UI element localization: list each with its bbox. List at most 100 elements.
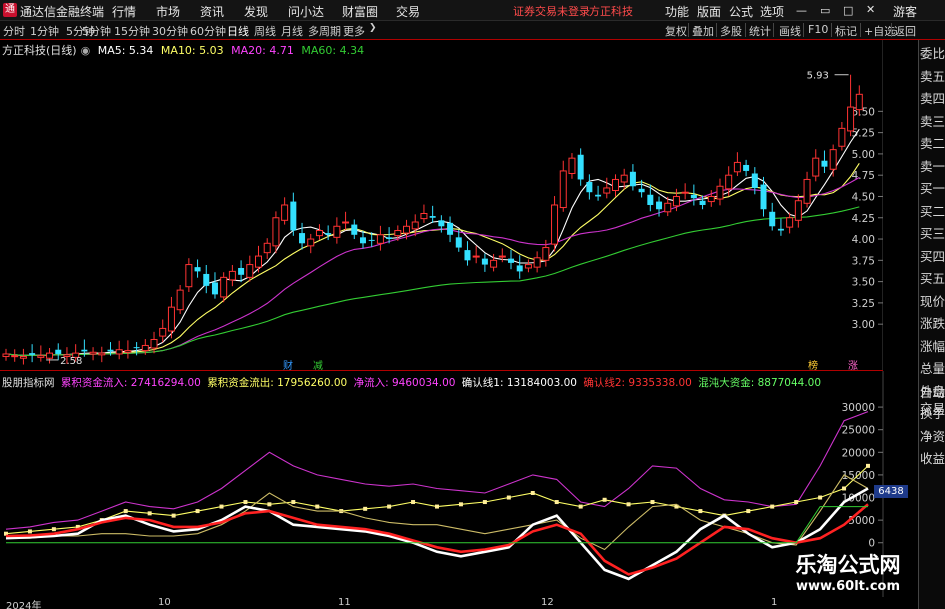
side-panel-item[interactable]: 自动 bbox=[920, 385, 945, 400]
side-panel-item[interactable]: 卖四 bbox=[920, 91, 945, 106]
side-panel-item[interactable]: 卖五 bbox=[920, 69, 945, 84]
indicator-point bbox=[51, 527, 56, 532]
side-panel-item[interactable]: 涨幅 bbox=[920, 339, 945, 354]
indicator-point bbox=[267, 502, 272, 507]
tool-back[interactable]: 返回 bbox=[894, 23, 916, 39]
menu-market[interactable]: 市场 bbox=[156, 3, 180, 20]
side-panel-item[interactable]: 委比 bbox=[920, 46, 945, 61]
watermark-url: www.60lt.com bbox=[795, 579, 901, 594]
candle-body bbox=[777, 228, 784, 231]
candle-body bbox=[167, 306, 175, 332]
period-multi[interactable]: 多周期 bbox=[308, 23, 341, 39]
menu-quotes[interactable]: 行情 bbox=[112, 3, 136, 20]
tool-adjust[interactable]: 复权 bbox=[665, 23, 687, 39]
candle-body bbox=[290, 201, 297, 231]
menu-ask[interactable]: 问小达 bbox=[288, 3, 324, 20]
candle-body bbox=[228, 270, 236, 281]
candle-body bbox=[19, 356, 27, 359]
indicator-series-line bbox=[5, 465, 869, 535]
candle-body bbox=[150, 339, 158, 349]
period-60min[interactable]: 60分钟 bbox=[190, 23, 226, 39]
candle-body bbox=[159, 327, 167, 337]
candle-body bbox=[220, 276, 228, 298]
candlestick-chart-svg: 3.003.253.503.754.004.254.504.755.005.25… bbox=[0, 40, 883, 371]
tool-overlay[interactable]: 叠加 bbox=[692, 23, 714, 39]
menu-trade[interactable]: 交易 bbox=[396, 3, 420, 20]
side-panel-item[interactable]: 买二 bbox=[920, 204, 945, 219]
side-panel-item[interactable]: 买五 bbox=[920, 271, 945, 286]
period-tick[interactable]: 分时 bbox=[3, 23, 25, 39]
period-5min[interactable]: 5分钟 bbox=[82, 23, 111, 39]
candle-body bbox=[586, 182, 593, 193]
side-panel-item[interactable]: 总量 bbox=[920, 361, 945, 376]
minimize-icon[interactable]: — bbox=[796, 4, 807, 17]
candle-body bbox=[255, 255, 263, 268]
close-icon[interactable]: ✕ bbox=[866, 3, 875, 16]
candle-body bbox=[11, 355, 19, 358]
menu-layout[interactable]: 版面 bbox=[697, 3, 721, 20]
indicator-point bbox=[243, 500, 248, 505]
chevron-right-icon[interactable]: ❯ bbox=[369, 23, 377, 33]
candle-body bbox=[577, 154, 584, 180]
candle-body bbox=[359, 237, 366, 244]
indicator-point bbox=[435, 504, 439, 509]
user-label[interactable]: 游客 bbox=[893, 3, 917, 20]
indicator-point bbox=[530, 491, 535, 495]
side-panel-item[interactable]: 卖三 bbox=[920, 114, 945, 129]
period-15min[interactable]: 15分钟 bbox=[114, 23, 150, 39]
indicator-series-line bbox=[5, 503, 869, 576]
period-weekly[interactable]: 周线 bbox=[254, 23, 276, 39]
y-tick-label: 5.00 bbox=[852, 149, 875, 161]
login-notice[interactable]: 证券交易未登录 bbox=[513, 3, 590, 19]
time-label: 10 bbox=[158, 597, 171, 608]
price-chart[interactable]: 3.00 3.25 3.50 3.75 4.00 4.25 4.50 4.75 5.00 5.25… bbox=[0, 40, 883, 371]
watermark: 乐淘公式网 www.60lt.com bbox=[778, 552, 918, 602]
candle-body bbox=[629, 171, 636, 187]
menu-formula[interactable]: 公式 bbox=[729, 3, 753, 20]
candle-body bbox=[794, 200, 802, 221]
side-panel-item[interactable]: 卖一 bbox=[920, 159, 945, 174]
menu-function[interactable]: 功能 bbox=[665, 3, 689, 20]
candle-body bbox=[55, 349, 62, 354]
tool-f10[interactable]: F10 bbox=[808, 23, 828, 36]
candle-body bbox=[176, 289, 184, 311]
restore-icon[interactable]: ▭ bbox=[820, 4, 830, 17]
candle-body bbox=[699, 200, 706, 205]
y-tick-label: 4.50 bbox=[852, 191, 875, 203]
period-30min[interactable]: 30分钟 bbox=[152, 23, 188, 39]
period-more[interactable]: 更多 bbox=[343, 23, 365, 39]
candle-body bbox=[559, 170, 567, 209]
period-1min[interactable]: 1分钟 bbox=[30, 23, 59, 39]
menu-options[interactable]: 选项 bbox=[760, 3, 784, 20]
tool-stats[interactable]: 统计 bbox=[749, 23, 771, 39]
period-daily[interactable]: 日线 bbox=[227, 23, 249, 39]
side-panel-item[interactable]: 交易 bbox=[920, 401, 945, 416]
side-panel-item[interactable]: 买四 bbox=[920, 249, 945, 264]
period-monthly[interactable]: 月线 bbox=[281, 23, 303, 39]
side-panel-item[interactable]: 买一 bbox=[920, 181, 945, 196]
indicator-point bbox=[578, 504, 583, 509]
menu-wealth[interactable]: 财富圈 bbox=[342, 3, 378, 20]
indicator-point bbox=[315, 504, 320, 509]
chevron-down-icon[interactable]: ◉ bbox=[81, 44, 91, 57]
tool-multi-stock[interactable]: 多股 bbox=[720, 23, 742, 39]
event-marker: 榜 bbox=[808, 359, 818, 371]
side-panel-item[interactable]: 买三 bbox=[920, 226, 945, 241]
tool-draw[interactable]: 画线 bbox=[779, 23, 801, 39]
app-logo-icon: 通 bbox=[3, 3, 17, 17]
candle-body bbox=[299, 233, 306, 244]
tool-mark[interactable]: 标记 bbox=[835, 23, 857, 39]
candle-body bbox=[664, 202, 672, 213]
menu-news[interactable]: 资讯 bbox=[200, 3, 224, 20]
y-tick-label: 3.50 bbox=[852, 277, 875, 289]
side-panel-item[interactable]: 净资 bbox=[920, 429, 945, 444]
candle-body bbox=[281, 204, 289, 221]
side-panel-item[interactable]: 收益 bbox=[920, 451, 945, 466]
candle-body bbox=[238, 267, 245, 275]
maximize-icon[interactable]: □ bbox=[843, 4, 853, 17]
side-panel-item[interactable]: 现价 bbox=[920, 294, 945, 309]
side-panel-item[interactable]: 卖二 bbox=[920, 136, 945, 151]
side-panel-item[interactable]: 涨跌 bbox=[920, 316, 945, 331]
candle-body bbox=[81, 349, 88, 352]
menu-discover[interactable]: 发现 bbox=[244, 3, 268, 20]
